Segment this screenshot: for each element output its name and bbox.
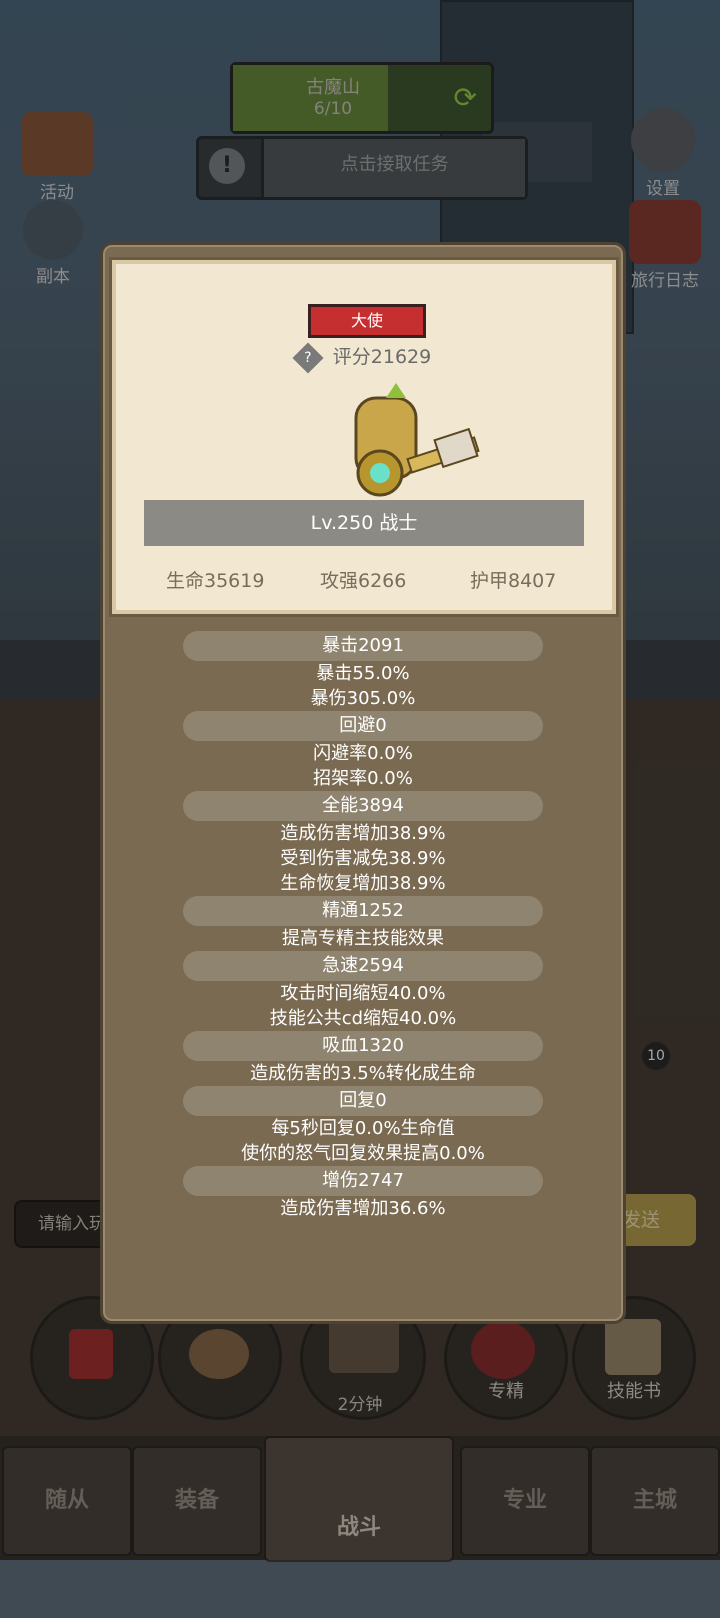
attribute-detail: 造成伤害增加36.6%: [280, 1198, 446, 1219]
hero-card: 大使 ? 评分21629 Lv.250 战士 生命35619 攻强6266 护甲8…: [109, 257, 619, 617]
attribute-header: 回避0: [183, 711, 543, 741]
help-icon[interactable]: ?: [292, 341, 324, 374]
attribute-header: 回复0: [183, 1086, 543, 1116]
hero-warrior-portrait: [354, 383, 480, 497]
hero-attribute-modal: 大使 ? 评分21629 Lv.250 战士 生命35619 攻强6266 护甲8…: [100, 242, 626, 1324]
hero-attack: 攻强6266: [320, 570, 407, 592]
attribute-group: 暴击2091 暴击55.0% 暴伤305.0%: [103, 631, 623, 711]
attribute-header: 暴击2091: [183, 631, 543, 661]
attribute-header: 全能3894: [183, 791, 543, 821]
attribute-detail: 暴击55.0%: [316, 663, 410, 684]
attribute-header: 增伤2747: [183, 1166, 543, 1196]
attribute-detail: 技能公共cd缩短40.0%: [269, 1008, 457, 1029]
rank-badge: 大使: [308, 304, 426, 338]
attribute-header: 精通1252: [183, 896, 543, 926]
attribute-group: 急速2594 攻击时间缩短40.0% 技能公共cd缩短40.0%: [103, 951, 623, 1031]
attribute-detail: 造成伤害增加38.9%: [280, 823, 446, 844]
attribute-header: 吸血1320: [183, 1031, 543, 1061]
attribute-group: 精通1252 提高专精主技能效果: [103, 896, 623, 951]
attribute-detail: 造成伤害的3.5%转化成生命: [250, 1063, 476, 1084]
attribute-detail: 受到伤害减免38.9%: [280, 848, 446, 869]
hero-level-class: Lv.250 战士: [144, 500, 584, 546]
attribute-detail: 使你的怒气回复效果提高0.0%: [241, 1143, 485, 1164]
attribute-group: 全能3894 造成伤害增加38.9% 受到伤害减免38.9% 生命恢复增加38.9%: [103, 791, 623, 896]
attribute-group: 回避0 闪避率0.0% 招架率0.0%: [103, 711, 623, 791]
attribute-group: 吸血1320 造成伤害的3.5%转化成生命: [103, 1031, 623, 1086]
hero-hp: 生命35619: [166, 570, 265, 592]
attribute-group: 增伤2747 造成伤害增加36.6%: [103, 1166, 623, 1221]
attribute-group: 回复0 每5秒回复0.0%生命值使你的怒气回复效果提高0.0%: [103, 1086, 623, 1166]
attribute-header: 急速2594: [183, 951, 543, 981]
score-row: ? 评分21629: [112, 341, 616, 374]
attribute-detail: 提高专精主技能效果: [282, 928, 444, 949]
attribute-detail: 攻击时间缩短40.0%: [280, 983, 446, 1004]
attribute-detail: 闪避率0.0%: [313, 743, 413, 764]
attribute-detail: 招架率0.0%: [313, 768, 413, 789]
attribute-list: 暴击2091 暴击55.0% 暴伤305.0% 回避0 闪避率0.0% 招架率0.0% 全能…: [103, 631, 623, 1221]
hero-score: 评分21629: [332, 346, 432, 368]
attribute-detail: 暴伤305.0%: [310, 688, 416, 709]
attribute-detail: 生命恢复增加38.9%: [280, 873, 446, 894]
hero-armor: 护甲8407: [470, 570, 557, 592]
attribute-detail: 每5秒回复0.0%生命值: [271, 1118, 455, 1139]
